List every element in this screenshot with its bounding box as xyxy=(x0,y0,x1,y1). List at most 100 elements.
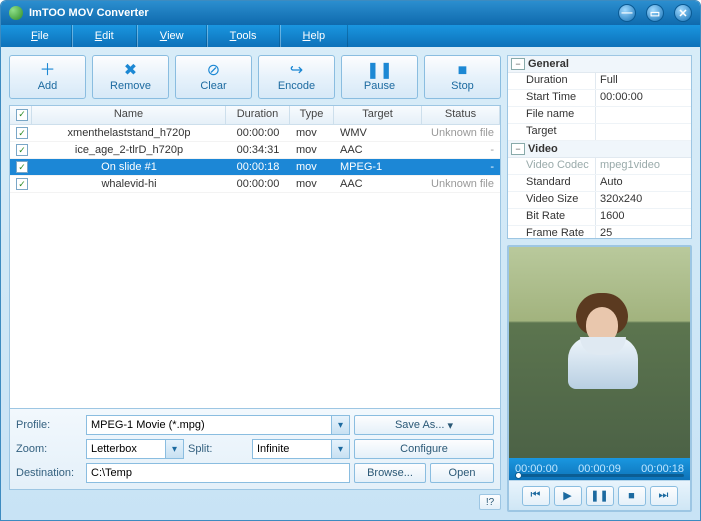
row-name: On slide #1 xyxy=(32,160,226,174)
header-type[interactable]: Type xyxy=(290,106,334,124)
row-type: mov xyxy=(290,143,334,157)
prop-row[interactable]: Frame Rate25 xyxy=(508,226,691,239)
prop-group[interactable]: −Video xyxy=(508,141,691,158)
split-label: Split: xyxy=(188,443,248,455)
zoom-label: Zoom: xyxy=(16,443,82,455)
row-status: Unknown file xyxy=(422,177,500,191)
open-button[interactable]: Open xyxy=(430,463,494,483)
prop-row[interactable]: Target xyxy=(508,124,691,141)
time-bar[interactable]: 00:00:00 00:00:09 00:00:18 xyxy=(509,458,690,480)
chevron-down-icon: ▾ xyxy=(165,440,183,458)
row-checkbox[interactable]: ✓ xyxy=(10,160,32,175)
header-check[interactable]: ✓ xyxy=(10,106,32,124)
plus-icon: ＋ xyxy=(39,62,55,80)
configure-button[interactable]: Configure xyxy=(354,439,494,459)
browse-button[interactable]: Browse... xyxy=(354,463,426,483)
row-type: mov xyxy=(290,160,334,174)
header-name[interactable]: Name xyxy=(32,106,226,124)
encode-icon: ↪ xyxy=(290,62,303,80)
menu-edit[interactable]: Edit xyxy=(72,25,137,47)
row-type: mov xyxy=(290,177,334,191)
body: ＋Add ✖Remove ⊘Clear ↪Encode ❚❚Pause ■Sto… xyxy=(1,47,700,520)
row-checkbox[interactable]: ✓ xyxy=(10,143,32,158)
menu-view[interactable]: View xyxy=(137,25,207,47)
next-button[interactable]: ⏭ xyxy=(650,486,678,506)
chevron-down-icon: ▾ xyxy=(331,416,349,434)
row-target: AAC xyxy=(334,177,422,191)
menu-help[interactable]: Help xyxy=(280,25,349,47)
prop-row[interactable]: Bit Rate1600 xyxy=(508,209,691,226)
remove-button[interactable]: ✖Remove xyxy=(92,55,169,99)
check-all[interactable]: ✓ xyxy=(16,109,28,121)
window-controls: — ▭ ✕ xyxy=(618,4,692,22)
help-button[interactable]: !? xyxy=(479,494,501,510)
player-controls: ⏮ ▶ ❚❚ ■ ⏭ xyxy=(509,480,690,510)
row-target: WMV xyxy=(334,126,422,140)
profile-label: Profile: xyxy=(16,419,82,431)
title-bar: ImTOO MOV Converter — ▭ ✕ xyxy=(1,1,700,25)
table-row[interactable]: ✓On slide #100:00:18movMPEG-1- xyxy=(10,159,500,176)
menu-tools[interactable]: Tools xyxy=(207,25,280,47)
row-checkbox[interactable]: ✓ xyxy=(10,177,32,192)
player-stop-button[interactable]: ■ xyxy=(618,486,646,506)
row-name: whalevid-hi xyxy=(32,177,226,191)
seek-handle[interactable] xyxy=(515,472,522,479)
row-type: mov xyxy=(290,126,334,140)
prop-group[interactable]: −General xyxy=(508,56,691,73)
zoom-combo[interactable]: Letterbox▾ xyxy=(86,439,184,459)
header-target[interactable]: Target xyxy=(334,106,422,124)
no-icon: ⊘ xyxy=(207,62,220,80)
status-bar: !? xyxy=(9,494,501,512)
row-name: xmenthelaststand_h720p xyxy=(32,126,226,140)
stop-button[interactable]: ■Stop xyxy=(424,55,501,99)
destination-input[interactable]: C:\Temp xyxy=(86,463,350,483)
row-name: ice_age_2-tlrD_h720p xyxy=(32,143,226,157)
row-duration: 00:00:00 xyxy=(226,126,290,140)
toolbar: ＋Add ✖Remove ⊘Clear ↪Encode ❚❚Pause ■Sto… xyxy=(9,55,501,99)
list-header: ✓ Name Duration Type Target Status xyxy=(10,106,500,125)
profile-combo[interactable]: MPEG-1 Movie (*.mpg)▾ xyxy=(86,415,350,435)
app-logo-icon xyxy=(9,6,23,20)
save-as-button[interactable]: Save As... ▾ xyxy=(354,415,494,435)
destination-label: Destination: xyxy=(16,467,82,479)
x-icon: ✖ xyxy=(124,62,137,80)
row-target: MPEG-1 xyxy=(334,160,422,174)
prop-row[interactable]: Video Codecmpeg1video xyxy=(508,158,691,175)
row-duration: 00:00:18 xyxy=(226,160,290,174)
header-status[interactable]: Status xyxy=(422,106,500,124)
minimize-button[interactable]: — xyxy=(618,4,636,22)
prop-row[interactable]: Start Time00:00:00 xyxy=(508,90,691,107)
row-duration: 00:00:00 xyxy=(226,177,290,191)
split-combo[interactable]: Infinite▾ xyxy=(252,439,350,459)
row-duration: 00:34:31 xyxy=(226,143,290,157)
row-checkbox[interactable]: ✓ xyxy=(10,126,32,141)
properties-panel[interactable]: −GeneralDurationFullStart Time00:00:00Fi… xyxy=(507,55,692,239)
table-row[interactable]: ✓ice_age_2-tlrD_h720p00:34:31movAAC- xyxy=(10,142,500,159)
maximize-button[interactable]: ▭ xyxy=(646,4,664,22)
app-window: ImTOO MOV Converter — ▭ ✕ File Edit View… xyxy=(0,0,701,521)
table-row[interactable]: ✓whalevid-hi00:00:00movAACUnknown file xyxy=(10,176,500,193)
encode-button[interactable]: ↪Encode xyxy=(258,55,335,99)
clear-button[interactable]: ⊘Clear xyxy=(175,55,252,99)
row-target: AAC xyxy=(334,143,422,157)
collapse-icon[interactable]: − xyxy=(511,143,525,155)
prop-row[interactable]: File name xyxy=(508,107,691,124)
add-button[interactable]: ＋Add xyxy=(9,55,86,99)
header-duration[interactable]: Duration xyxy=(226,106,290,124)
chevron-down-icon: ▾ xyxy=(331,440,349,458)
pause-button[interactable]: ❚❚Pause xyxy=(341,55,418,99)
play-button[interactable]: ▶ xyxy=(554,486,582,506)
row-status: - xyxy=(422,160,500,174)
file-list: ✓ Name Duration Type Target Status ✓xmen… xyxy=(9,105,501,409)
prop-row[interactable]: DurationFull xyxy=(508,73,691,90)
row-status: Unknown file xyxy=(422,126,500,140)
preview-panel: 00:00:00 00:00:09 00:00:18 ⏮ ▶ ❚❚ ■ ⏭ xyxy=(507,245,692,512)
prev-button[interactable]: ⏮ xyxy=(522,486,550,506)
menu-file[interactable]: File xyxy=(9,25,72,47)
prop-row[interactable]: StandardAuto xyxy=(508,175,691,192)
table-row[interactable]: ✓xmenthelaststand_h720p00:00:00movWMVUnk… xyxy=(10,125,500,142)
prop-row[interactable]: Video Size320x240 xyxy=(508,192,691,209)
collapse-icon[interactable]: − xyxy=(511,58,525,70)
player-pause-button[interactable]: ❚❚ xyxy=(586,486,614,506)
close-button[interactable]: ✕ xyxy=(674,4,692,22)
